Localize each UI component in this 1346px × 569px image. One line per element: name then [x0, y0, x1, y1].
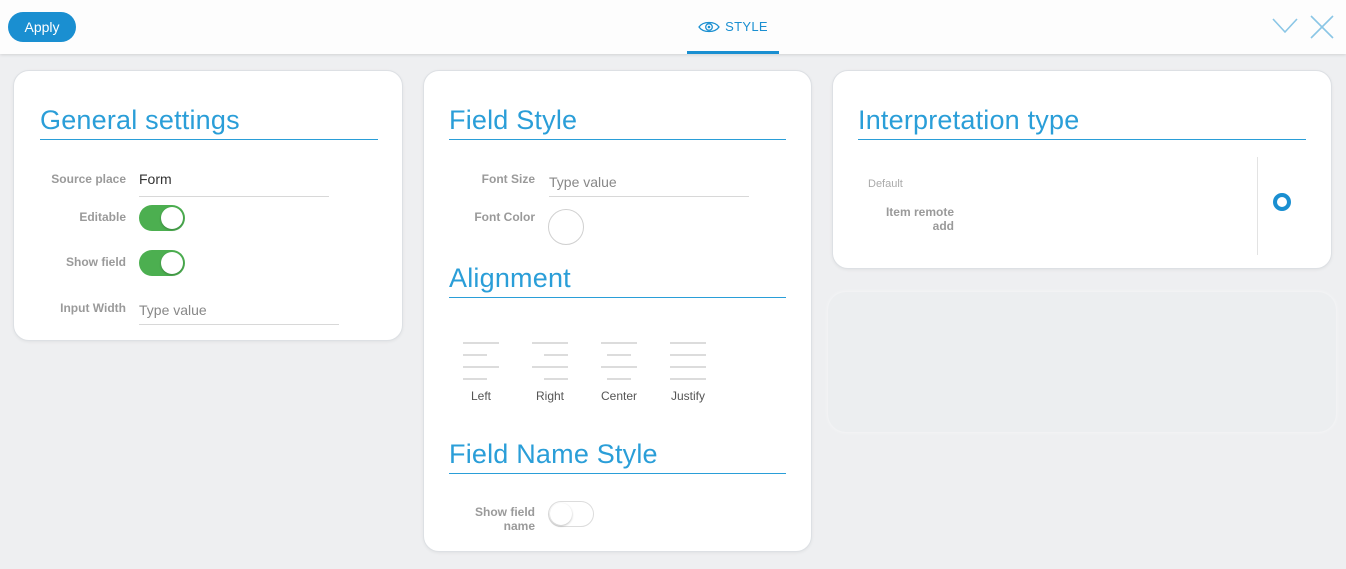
- align-right-option[interactable]: Right: [520, 341, 580, 411]
- general-settings-title: General settings: [40, 105, 378, 140]
- alignment-title: Alignment: [449, 263, 786, 298]
- editable-label: Editable: [79, 210, 126, 224]
- field-style-title: Field Style: [449, 105, 786, 140]
- show-field-label: Show field: [66, 255, 126, 269]
- field-style-card: Field Style Font Size Font Color Alignme…: [423, 70, 812, 552]
- source-place-label: Source place: [51, 172, 126, 186]
- align-center-option[interactable]: Center: [589, 341, 649, 411]
- item-remote-add-radio[interactable]: [1273, 193, 1291, 211]
- align-left-icon: [463, 342, 499, 380]
- toggle-knob: [550, 503, 572, 525]
- input-width-label: Input Width: [60, 301, 126, 315]
- align-justify-icon: [670, 342, 706, 380]
- general-settings-card: General settings Source place Form Edita…: [13, 70, 403, 341]
- font-color-label: Font Color: [474, 210, 535, 224]
- tab-style-label: STYLE: [725, 19, 768, 34]
- show-field-name-label: Show field name: [475, 505, 535, 533]
- editable-toggle[interactable]: [139, 205, 185, 231]
- eye-icon: [698, 21, 720, 32]
- align-justify-option[interactable]: Justify: [658, 341, 718, 411]
- align-justify-label: Justify: [670, 389, 705, 403]
- tab-style[interactable]: STYLE: [687, 0, 779, 54]
- item-remote-add-label: Item remote add: [885, 205, 954, 233]
- interpretation-type-card: Interpretation type Default Item remote …: [832, 70, 1332, 269]
- font-color-swatch[interactable]: [548, 209, 584, 245]
- field-name-style-title: Field Name Style: [449, 439, 786, 474]
- align-left-option[interactable]: Left: [451, 341, 511, 411]
- close-icon[interactable]: [1309, 14, 1335, 40]
- input-width-field[interactable]: [139, 299, 339, 325]
- interpretation-type-title: Interpretation type: [858, 105, 1306, 140]
- align-left-label: Left: [470, 389, 491, 403]
- font-size-field[interactable]: [549, 171, 749, 197]
- font-size-label: Font Size: [481, 172, 535, 186]
- toggle-knob: [161, 207, 183, 229]
- empty-panel: [828, 292, 1336, 432]
- toggle-knob: [161, 252, 183, 274]
- top-bar: Apply STYLE: [0, 0, 1346, 54]
- align-center-label: Center: [600, 389, 638, 403]
- align-right-icon: [532, 342, 568, 380]
- source-place-value[interactable]: Form: [139, 171, 329, 197]
- align-right-label: Right: [535, 389, 564, 403]
- chevron-down-icon[interactable]: [1272, 14, 1298, 40]
- column-divider: [1257, 157, 1258, 255]
- align-center-icon: [601, 342, 637, 380]
- default-label: Default: [868, 178, 903, 190]
- show-field-name-toggle[interactable]: [548, 501, 594, 527]
- show-field-toggle[interactable]: [139, 250, 185, 276]
- apply-button[interactable]: Apply: [8, 12, 76, 42]
